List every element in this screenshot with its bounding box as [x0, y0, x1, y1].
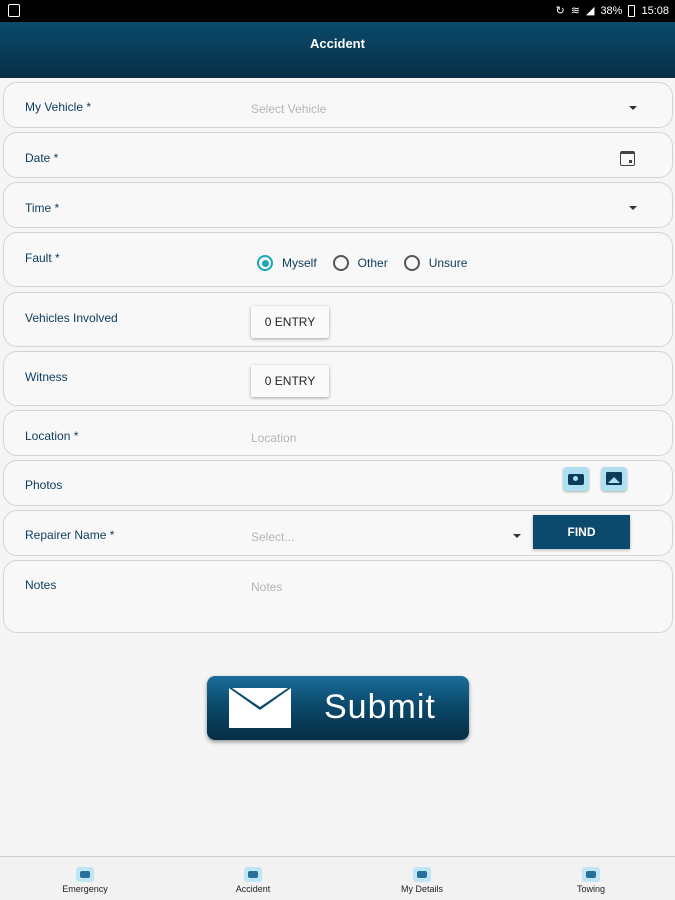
photos-label: Photos	[25, 478, 63, 492]
nav-accident[interactable]: Accident	[198, 867, 308, 894]
find-button[interactable]: FIND	[533, 515, 630, 549]
date-label: Date *	[25, 151, 59, 165]
repairer-label: Repairer Name *	[25, 528, 115, 542]
witness-label: Witness	[25, 370, 68, 384]
repairer-select[interactable]: Select...	[251, 530, 294, 544]
battery-percent: 38%	[600, 5, 623, 17]
nav-label: Towing	[576, 884, 605, 894]
my-vehicle-select[interactable]: Select Vehicle	[251, 102, 326, 116]
phone-icon	[76, 867, 94, 882]
fault-radio-myself[interactable]	[257, 255, 273, 271]
screenshot-icon	[8, 4, 20, 17]
wifi-icon: ≋	[570, 5, 580, 17]
signal-icon: ◢	[585, 5, 595, 17]
location-input[interactable]: Location	[251, 431, 296, 445]
bottom-nav: Emergency Accident My Details Towing	[0, 856, 675, 900]
repairer-field: Repairer Name * Select... FIND	[3, 510, 673, 556]
nav-my-details[interactable]: My Details	[367, 867, 477, 894]
time-field[interactable]: Time *	[3, 182, 673, 228]
notes-input[interactable]: Notes	[251, 580, 282, 594]
vehicles-involved-entry-button[interactable]: 0 ENTRY	[251, 306, 329, 338]
nav-label: My Details	[400, 884, 443, 894]
clock: 15:08	[641, 5, 669, 17]
submit-label: Submit	[324, 688, 436, 726]
calendar-icon[interactable]	[620, 151, 635, 166]
chevron-down-icon[interactable]	[629, 206, 637, 210]
time-label: Time *	[25, 201, 60, 215]
clipboard-icon	[413, 867, 431, 882]
witness-field: Witness 0 ENTRY	[3, 351, 673, 406]
my-vehicle-label: My Vehicle *	[25, 100, 92, 114]
notes-field[interactable]: Notes Notes	[3, 560, 673, 633]
witness-entry-button[interactable]: 0 ENTRY	[251, 365, 329, 397]
camera-button[interactable]	[563, 467, 589, 491]
vehicles-involved-label: Vehicles Involved	[25, 311, 118, 325]
fault-radio-group: Myself Other Unsure	[257, 255, 483, 271]
sync-icon: ↻	[555, 5, 565, 17]
status-bar: ↻ ≋ ◢ 38% 15:08	[0, 0, 675, 22]
tow-truck-icon	[582, 867, 600, 882]
date-field[interactable]: Date *	[3, 132, 673, 178]
fault-field: Fault * Myself Other Unsure	[3, 232, 673, 287]
notes-label: Notes	[25, 578, 57, 592]
battery-icon	[628, 5, 636, 17]
camera-icon	[568, 474, 584, 485]
app-bar: Accident	[0, 22, 675, 78]
image-icon	[606, 472, 622, 485]
chevron-down-icon[interactable]	[629, 106, 637, 110]
fault-option-label[interactable]: Myself	[282, 256, 317, 270]
submit-button[interactable]: Submit	[207, 676, 469, 740]
nav-towing[interactable]: Towing	[536, 867, 646, 894]
my-vehicle-field[interactable]: My Vehicle * Select Vehicle	[3, 82, 673, 128]
status-icons: ↻ ≋ ◢ 38% 15:08	[556, 4, 669, 18]
fault-option-label[interactable]: Other	[358, 256, 388, 270]
nav-label: Emergency	[62, 884, 108, 894]
vehicles-involved-field: Vehicles Involved 0 ENTRY	[3, 292, 673, 347]
fault-label: Fault *	[25, 251, 60, 265]
gallery-button[interactable]	[601, 467, 627, 491]
photos-field: Photos	[3, 460, 673, 506]
fault-option-label[interactable]: Unsure	[429, 256, 468, 270]
nav-emergency[interactable]: Emergency	[30, 867, 140, 894]
chevron-down-icon[interactable]	[513, 534, 521, 538]
crash-icon	[244, 867, 262, 882]
location-label: Location *	[25, 429, 79, 443]
fault-radio-other[interactable]	[332, 255, 349, 271]
location-field[interactable]: Location * Location	[3, 410, 673, 456]
envelope-icon	[229, 688, 291, 728]
fault-radio-unsure[interactable]	[403, 255, 420, 271]
page-title: Accident	[310, 36, 365, 51]
nav-label: Accident	[235, 884, 271, 894]
